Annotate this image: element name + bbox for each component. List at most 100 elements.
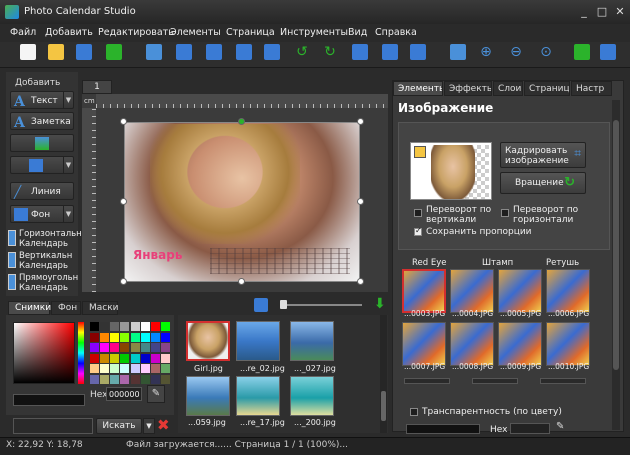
page-tab[interactable]: 1 bbox=[82, 80, 112, 94]
resize-handle[interactable] bbox=[357, 198, 364, 205]
effect-scrollbar[interactable] bbox=[404, 378, 450, 384]
align-icon[interactable] bbox=[352, 44, 368, 60]
color-swatch[interactable] bbox=[140, 322, 150, 331]
tab-layers[interactable]: Слои bbox=[493, 81, 523, 96]
zoom-actual-icon[interactable]: ⊙ bbox=[538, 44, 554, 60]
file-thumb[interactable] bbox=[236, 376, 280, 416]
hex-input[interactable]: 000000 bbox=[106, 387, 142, 401]
color-swatch[interactable] bbox=[130, 353, 140, 363]
crop-image-button[interactable]: Кадрировать изображение ⌗ bbox=[500, 142, 586, 168]
undo-icon[interactable]: ↺ bbox=[294, 44, 310, 60]
vertical-calendar-button[interactable]: Вертикальн Календарь bbox=[8, 250, 74, 272]
color-swatch[interactable] bbox=[100, 332, 110, 342]
rectangular-calendar-button[interactable]: Прямоугольн Календарь bbox=[8, 272, 78, 294]
color-swatch[interactable] bbox=[150, 322, 160, 331]
color-swatch[interactable] bbox=[130, 322, 140, 331]
tab-masks[interactable]: Маски bbox=[82, 301, 119, 315]
menu-elements[interactable]: Элементы bbox=[170, 27, 221, 38]
menu-edit[interactable]: Редактировать bbox=[98, 27, 174, 38]
file-thumb[interactable] bbox=[290, 321, 334, 361]
download-arrow-icon[interactable]: ⬇ bbox=[374, 296, 386, 312]
effect-thumb[interactable] bbox=[402, 322, 446, 366]
scrollbar-thumb[interactable] bbox=[613, 120, 619, 370]
color-swatch[interactable] bbox=[150, 374, 160, 384]
color-swatch[interactable] bbox=[140, 364, 150, 373]
color-swatch[interactable] bbox=[150, 332, 160, 342]
zoom-in-icon[interactable]: ⊕ bbox=[478, 44, 494, 60]
tab-photos[interactable]: Снимки bbox=[8, 301, 51, 315]
flip-vertical-checkbox[interactable] bbox=[414, 209, 422, 217]
menu-add[interactable]: Добавить bbox=[45, 27, 93, 38]
transparency-checkbox[interactable] bbox=[410, 408, 418, 416]
color-swatch[interactable] bbox=[130, 343, 140, 352]
color-swatch[interactable] bbox=[110, 343, 120, 352]
thumbnail-view-icon[interactable] bbox=[254, 298, 268, 312]
color-swatch[interactable] bbox=[160, 364, 170, 373]
color-swatch[interactable] bbox=[110, 353, 120, 363]
color-swatch[interactable] bbox=[130, 364, 140, 373]
effect-thumb[interactable] bbox=[402, 269, 446, 313]
maximize-button[interactable]: □ bbox=[594, 4, 610, 20]
add-page-icon[interactable] bbox=[106, 44, 122, 60]
menu-help[interactable]: Справка bbox=[375, 27, 417, 38]
color-swatch[interactable] bbox=[100, 353, 110, 363]
effect-scrollbar[interactable] bbox=[540, 378, 586, 384]
file-thumb[interactable] bbox=[236, 321, 280, 361]
color-swatch[interactable] bbox=[140, 343, 150, 352]
color-swatch[interactable] bbox=[150, 343, 160, 352]
color-swatch[interactable] bbox=[160, 332, 170, 342]
resize-handle[interactable] bbox=[357, 118, 364, 125]
delete-icon[interactable]: ✖ bbox=[157, 416, 170, 434]
zoom-slider-thumb[interactable] bbox=[280, 300, 287, 309]
arrange-icon[interactable] bbox=[410, 44, 426, 60]
effect-thumb[interactable] bbox=[546, 322, 590, 366]
effect-scrollbar[interactable] bbox=[472, 378, 518, 384]
menu-page[interactable]: Страница bbox=[226, 27, 275, 38]
color-swatch[interactable] bbox=[90, 343, 99, 352]
color-swatch[interactable] bbox=[90, 374, 99, 384]
add-background-button[interactable]: Фон ▼ bbox=[10, 205, 74, 223]
scrollbar-thumb[interactable] bbox=[381, 391, 386, 421]
color-swatch[interactable] bbox=[140, 332, 150, 342]
add-text-button[interactable]: A Текст ▼ bbox=[10, 91, 74, 110]
file-thumb[interactable] bbox=[290, 376, 334, 416]
open-folder-icon[interactable] bbox=[48, 44, 64, 60]
tab-settings[interactable]: Настр bbox=[571, 81, 612, 96]
new-file-icon[interactable] bbox=[20, 44, 36, 60]
color-swatch[interactable] bbox=[90, 332, 99, 342]
color-swatch[interactable] bbox=[120, 374, 130, 384]
close-button[interactable]: ✕ bbox=[612, 4, 628, 20]
send-backward-icon[interactable] bbox=[236, 44, 252, 60]
color-swatch[interactable] bbox=[120, 364, 130, 373]
rotate-handle[interactable] bbox=[238, 118, 245, 125]
file-thumb[interactable] bbox=[186, 321, 230, 361]
menu-tools[interactable]: Инструменты bbox=[280, 27, 348, 38]
zoom-slider[interactable] bbox=[282, 304, 362, 306]
files-scrollbar[interactable] bbox=[380, 315, 387, 433]
minimize-button[interactable]: _ bbox=[576, 4, 592, 20]
properties-scrollbar[interactable] bbox=[612, 100, 620, 430]
eyedropper-icon[interactable]: ✎ bbox=[147, 385, 165, 403]
color-swatch[interactable] bbox=[100, 322, 110, 331]
export-icon[interactable] bbox=[574, 44, 590, 60]
bring-forward-icon[interactable] bbox=[206, 44, 222, 60]
tab-elements[interactable]: Элементы bbox=[393, 81, 443, 96]
chevron-down-icon[interactable]: ▼ bbox=[63, 206, 73, 222]
redo-icon[interactable]: ↻ bbox=[322, 44, 338, 60]
color-swatch[interactable] bbox=[120, 343, 130, 352]
color-swatch[interactable] bbox=[140, 353, 150, 363]
color-swatch[interactable] bbox=[160, 322, 170, 331]
color-swatch[interactable] bbox=[120, 322, 130, 331]
effect-thumb[interactable] bbox=[498, 269, 542, 313]
color-swatch[interactable] bbox=[120, 353, 130, 363]
distribute-icon[interactable] bbox=[382, 44, 398, 60]
color-swatch[interactable] bbox=[150, 353, 160, 363]
horizontal-calendar-button[interactable]: Горизонтальн Календарь bbox=[8, 228, 82, 250]
chevron-down-icon[interactable]: ▼ bbox=[143, 418, 155, 434]
menu-view[interactable]: Вид bbox=[348, 27, 367, 38]
rotate-button[interactable]: Вращение ↻ bbox=[500, 172, 586, 194]
add-image-button[interactable] bbox=[10, 134, 74, 152]
add-note-button[interactable]: A Заметка bbox=[10, 112, 74, 131]
color-swatch[interactable] bbox=[100, 343, 110, 352]
effect-thumb[interactable] bbox=[450, 322, 494, 366]
